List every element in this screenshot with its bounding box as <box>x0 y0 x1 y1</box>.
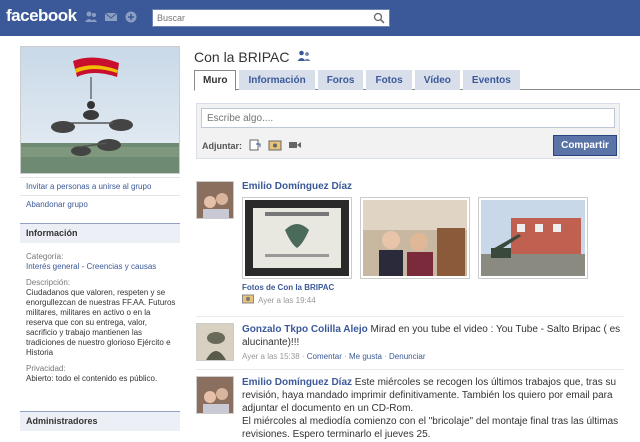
photo-thumbnail[interactable] <box>478 197 588 279</box>
description-value: Ciudadanos que valoren, respeten y se en… <box>26 288 176 357</box>
post-author[interactable]: Emilio Domínguez Díaz <box>242 181 626 192</box>
category-label: Categoría: <box>26 252 64 261</box>
attach-photo-icon[interactable] <box>268 139 282 153</box>
attach-video-icon[interactable] <box>288 139 302 153</box>
post-message-continued: El miércoles al mediodía comienzo con el… <box>242 416 619 440</box>
comment-link[interactable]: Comentar <box>307 352 342 361</box>
wall-composer: Adjuntar: Compartir <box>196 103 620 159</box>
tab-muro[interactable]: Muro <box>194 70 237 91</box>
post-text: Gonzalo Tkpo Colilla Alejo Mirad en you … <box>242 323 626 349</box>
post-time: Ayer a las 19:44 <box>258 295 316 305</box>
category-value: Interés general - Creencias y causas <box>26 262 176 272</box>
photo-post-icon <box>242 294 254 306</box>
info-box-body: Categoría: Interés general - Creencias y… <box>26 252 176 390</box>
tab-eventos[interactable]: Eventos <box>462 70 520 90</box>
category-link[interactable]: Interés general - Creencias y causas <box>26 262 156 271</box>
post-body: Gonzalo Tkpo Colilla Alejo Mirad en you … <box>242 323 626 361</box>
post-text: Emilio Domínguez Díaz Este miércoles se … <box>242 376 626 415</box>
post-divider <box>196 316 624 317</box>
attach-label: Adjuntar: <box>202 141 242 151</box>
avatar[interactable] <box>196 323 234 361</box>
tab-informacion[interactable]: Información <box>239 70 315 90</box>
post-author[interactable]: Gonzalo Tkpo Colilla Alejo <box>242 324 368 335</box>
attach-bar: Adjuntar: <box>202 139 302 153</box>
notification-icons <box>84 10 138 24</box>
group-actions: Invitar a personas a unirse al grupo Aba… <box>20 177 180 213</box>
top-bar: facebook <box>0 0 640 36</box>
post-divider <box>196 369 624 370</box>
tab-video[interactable]: Vídeo <box>414 70 460 90</box>
attach-link-icon[interactable] <box>248 139 262 153</box>
report-link[interactable]: Denunciar <box>389 352 425 361</box>
friend-requests-icon[interactable] <box>84 10 98 24</box>
composer-input[interactable] <box>201 108 615 128</box>
tab-fotos[interactable]: Fotos <box>366 70 412 90</box>
tab-bar: Muro Información Foros Fotos Vídeo Event… <box>194 70 640 91</box>
admins-box-title: Administradores <box>20 411 180 431</box>
notifications-icon[interactable] <box>124 10 138 24</box>
group-members-icon <box>297 49 311 65</box>
search-box <box>152 9 390 27</box>
post-body: Emilio Domínguez Díaz Este miércoles se … <box>242 376 626 441</box>
invite-link[interactable]: Invitar a personas a unirse al grupo <box>20 177 180 195</box>
privacy-value: Abierto: todo el contenido es público. <box>26 374 158 383</box>
avatar[interactable] <box>196 376 234 414</box>
info-box-title: Información <box>20 223 180 243</box>
privacy-label: Privacidad: <box>26 364 66 373</box>
post-time: Ayer a las 15:38 <box>242 352 300 361</box>
facebook-logo[interactable]: facebook <box>6 6 77 26</box>
group-name: Con la BRIPAC <box>194 49 290 65</box>
avatar[interactable] <box>196 181 234 219</box>
tab-foros[interactable]: Foros <box>317 70 364 90</box>
search-icon[interactable] <box>373 12 386 25</box>
album-link[interactable]: Fotos de Con la BRIPAC <box>242 283 626 292</box>
photo-strip <box>242 197 626 279</box>
page-title: Con la BRIPAC <box>194 49 311 65</box>
group-profile-picture[interactable] <box>20 46 180 174</box>
photo-thumbnail[interactable] <box>242 197 352 279</box>
post-author[interactable]: Emilio Domínguez Díaz <box>242 377 352 388</box>
like-link[interactable]: Me gusta <box>349 352 382 361</box>
search-input[interactable] <box>153 13 363 23</box>
post-body: Emilio Domínguez Díaz Fotos de Con la BR… <box>242 181 626 306</box>
messages-icon[interactable] <box>104 10 118 24</box>
post-meta: Ayer a las 15:38 · Comentar · Me gusta ·… <box>242 352 426 361</box>
photo-thumbnail[interactable] <box>360 197 470 279</box>
share-button[interactable]: Compartir <box>553 135 617 156</box>
post-meta: Ayer a las 19:44 <box>242 294 626 306</box>
description-label: Descripción: <box>26 278 71 287</box>
leave-group-link[interactable]: Abandonar grupo <box>20 195 180 213</box>
